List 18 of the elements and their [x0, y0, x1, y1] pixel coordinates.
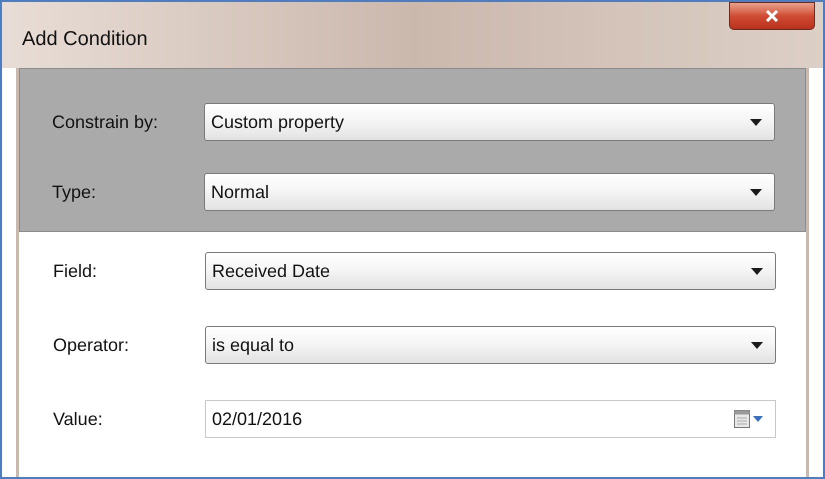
window-title: Add Condition — [22, 27, 148, 52]
field-label: Value: — [53, 408, 104, 430]
field-label: Type: — [52, 180, 98, 204]
calendar-icon[interactable] — [734, 410, 763, 428]
close-icon — [765, 10, 779, 22]
caret-icon — [750, 118, 762, 126]
field-label: Constrain by: — [52, 110, 160, 134]
caret-icon — [751, 342, 763, 348]
dropdown[interactable]: Received Date — [205, 252, 776, 290]
caret-icon — [750, 188, 762, 196]
close-button[interactable] — [729, 2, 815, 30]
field-label: Operator: — [53, 334, 130, 357]
caret-icon — [751, 268, 763, 274]
field-label: Field: — [53, 260, 98, 282]
dropdown[interactable]: Normal — [204, 173, 775, 211]
dropdown[interactable]: Custom property — [204, 103, 775, 141]
dropdown[interactable]: is equal to — [205, 326, 776, 364]
date-field[interactable]: 02/01/2016 — [205, 400, 776, 438]
